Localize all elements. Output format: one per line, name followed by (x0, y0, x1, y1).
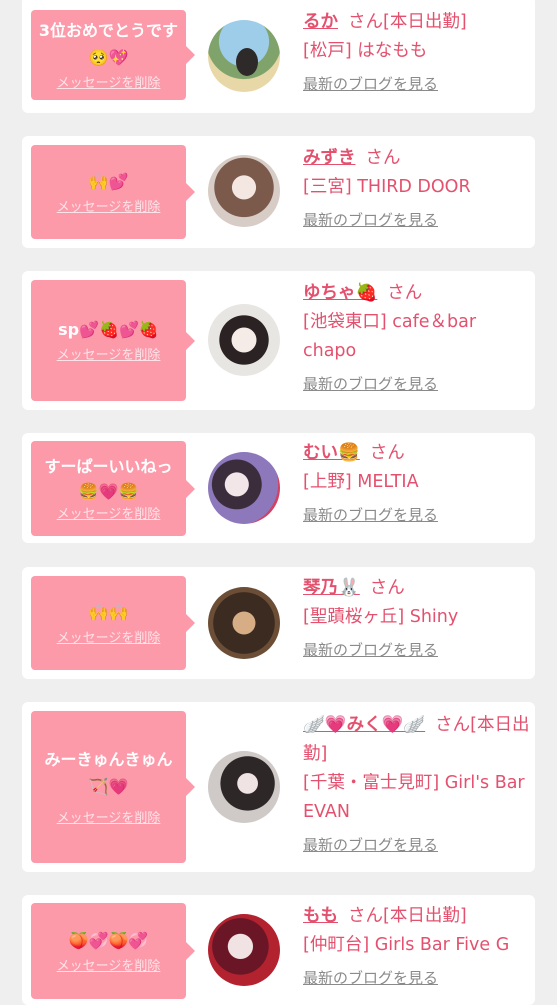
message-bubble: すーぱーいいねっ🍔💗🍔 メッセージを削除 (31, 441, 195, 536)
latest-blog-link[interactable]: 最新のブログを見る (303, 503, 531, 527)
delete-message-link[interactable]: メッセージを削除 (57, 75, 161, 93)
message-bubble: 🙌🙌 メッセージを削除 (31, 576, 195, 670)
latest-blog-link[interactable]: 最新のブログを見る (303, 833, 531, 857)
profile-info: もも さん[本日出勤] [仲町台] Girls Bar Five G 最新のブログ… (303, 902, 531, 990)
latest-blog-link[interactable]: 最新のブログを見る (303, 638, 531, 662)
avatar[interactable] (208, 452, 280, 524)
avatar[interactable] (208, 587, 280, 659)
avatar[interactable] (208, 20, 280, 92)
message-card: 3位おめでとうです🥺💖 メッセージを削除 るか さん[本日出勤] [松戸] はなも… (22, 0, 535, 113)
cast-name-link[interactable]: もも (303, 906, 338, 926)
honorific-status: さん (365, 148, 401, 168)
message-text: すーぱーいいねっ🍔💗🍔 (44, 456, 173, 501)
cast-name-link[interactable]: むい🍔 (303, 443, 360, 463)
shop-name: [聖蹟桜ヶ丘] Shiny (303, 607, 459, 627)
cast-name-link[interactable]: みずき (303, 148, 356, 168)
shop-name: [千葉・富士見町] Girl's Bar EVAN (303, 773, 525, 822)
delete-message-link[interactable]: メッセージを削除 (57, 199, 161, 217)
avatar[interactable] (208, 304, 280, 376)
avatar[interactable] (208, 155, 280, 227)
latest-blog-link[interactable]: 最新のブログを見る (303, 208, 531, 232)
profile-info: みずき さん [三宮] THIRD DOOR 最新のブログを見る (303, 144, 531, 232)
shop-name: [仲町台] Girls Bar Five G (303, 935, 510, 955)
message-card: 🙌🙌 メッセージを削除 琴乃🐰 さん [聖蹟桜ヶ丘] Shiny 最新のブログを見… (22, 567, 535, 679)
cast-name-link[interactable]: ゆちゃ🍓 (303, 283, 377, 303)
shop-name: [松戸] はなもも (303, 41, 428, 61)
latest-blog-link[interactable]: 最新のブログを見る (303, 72, 531, 96)
honorific-status: さん[本日出勤] (348, 12, 467, 32)
avatar[interactable] (208, 751, 280, 823)
message-text: 🍑💞🍑💞 (68, 930, 149, 950)
delete-message-link[interactable]: メッセージを削除 (57, 347, 161, 365)
honorific-status: さん[本日出勤] (348, 906, 467, 926)
message-bubble: みーきゅんきゅん🏹💗 メッセージを削除 (31, 711, 195, 863)
message-bubble: sp💕🍓💕🍓 メッセージを削除 (31, 280, 195, 401)
avatar[interactable] (208, 914, 280, 986)
message-text: みーきゅんきゅん🏹💗 (44, 750, 173, 796)
profile-info: ゆちゃ🍓 さん [池袋東口] cafe＆bar chapo 最新のブログを見る (303, 279, 531, 396)
shop-name: [三宮] THIRD DOOR (303, 177, 471, 197)
honorific-status: さん (387, 283, 423, 303)
message-card: 🍑💞🍑💞 メッセージを削除 もも さん[本日出勤] [仲町台] Girls Bar… (22, 895, 535, 1005)
latest-blog-link[interactable]: 最新のブログを見る (303, 372, 531, 396)
profile-info: むい🍔 さん [上野] MELTIA 最新のブログを見る (303, 439, 531, 527)
message-text: sp💕🍓💕🍓 (58, 320, 159, 339)
delete-message-link[interactable]: メッセージを削除 (57, 630, 161, 648)
message-bubble: 3位おめでとうです🥺💖 メッセージを削除 (31, 10, 195, 100)
cast-name-link[interactable]: るか (303, 12, 338, 32)
message-card: みーきゅんきゅん🏹💗 メッセージを削除 🪽💗みく💗🪽 さん[本日出勤] [千葉・富… (22, 702, 535, 872)
honorific-status: さん (369, 578, 405, 598)
message-card: 🙌💕 メッセージを削除 みずき さん [三宮] THIRD DOOR 最新のブログ… (22, 136, 535, 248)
message-text: 🙌💕 (88, 171, 129, 191)
delete-message-link[interactable]: メッセージを削除 (57, 958, 161, 976)
cast-name-link[interactable]: 琴乃🐰 (303, 578, 360, 598)
message-card: すーぱーいいねっ🍔💗🍔 メッセージを削除 むい🍔 さん [上野] MELTIA 最… (22, 433, 535, 543)
avatar-face (236, 48, 258, 76)
profile-info: るか さん[本日出勤] [松戸] はなもも 最新のブログを見る (303, 8, 531, 96)
delete-message-link[interactable]: メッセージを削除 (57, 810, 161, 828)
shop-name: [上野] MELTIA (303, 472, 419, 492)
profile-info: 琴乃🐰 さん [聖蹟桜ヶ丘] Shiny 最新のブログを見る (303, 574, 531, 662)
shop-name: [池袋東口] cafe＆bar chapo (303, 312, 477, 361)
profile-info: 🪽💗みく💗🪽 さん[本日出勤] [千葉・富士見町] Girl's Bar EVAN… (303, 711, 531, 857)
message-text: 🙌🙌 (88, 602, 129, 622)
delete-message-link[interactable]: メッセージを削除 (57, 506, 161, 524)
message-card: sp💕🍓💕🍓 メッセージを削除 ゆちゃ🍓 さん [池袋東口] cafe＆bar c… (22, 271, 535, 410)
message-bubble: 🙌💕 メッセージを削除 (31, 145, 195, 239)
message-text: 3位おめでとうです🥺💖 (38, 21, 179, 67)
latest-blog-link[interactable]: 最新のブログを見る (303, 966, 531, 990)
honorific-status: さん (369, 443, 405, 463)
message-bubble: 🍑💞🍑💞 メッセージを削除 (31, 903, 195, 999)
cast-name-link[interactable]: 🪽💗みく💗🪽 (303, 715, 425, 735)
